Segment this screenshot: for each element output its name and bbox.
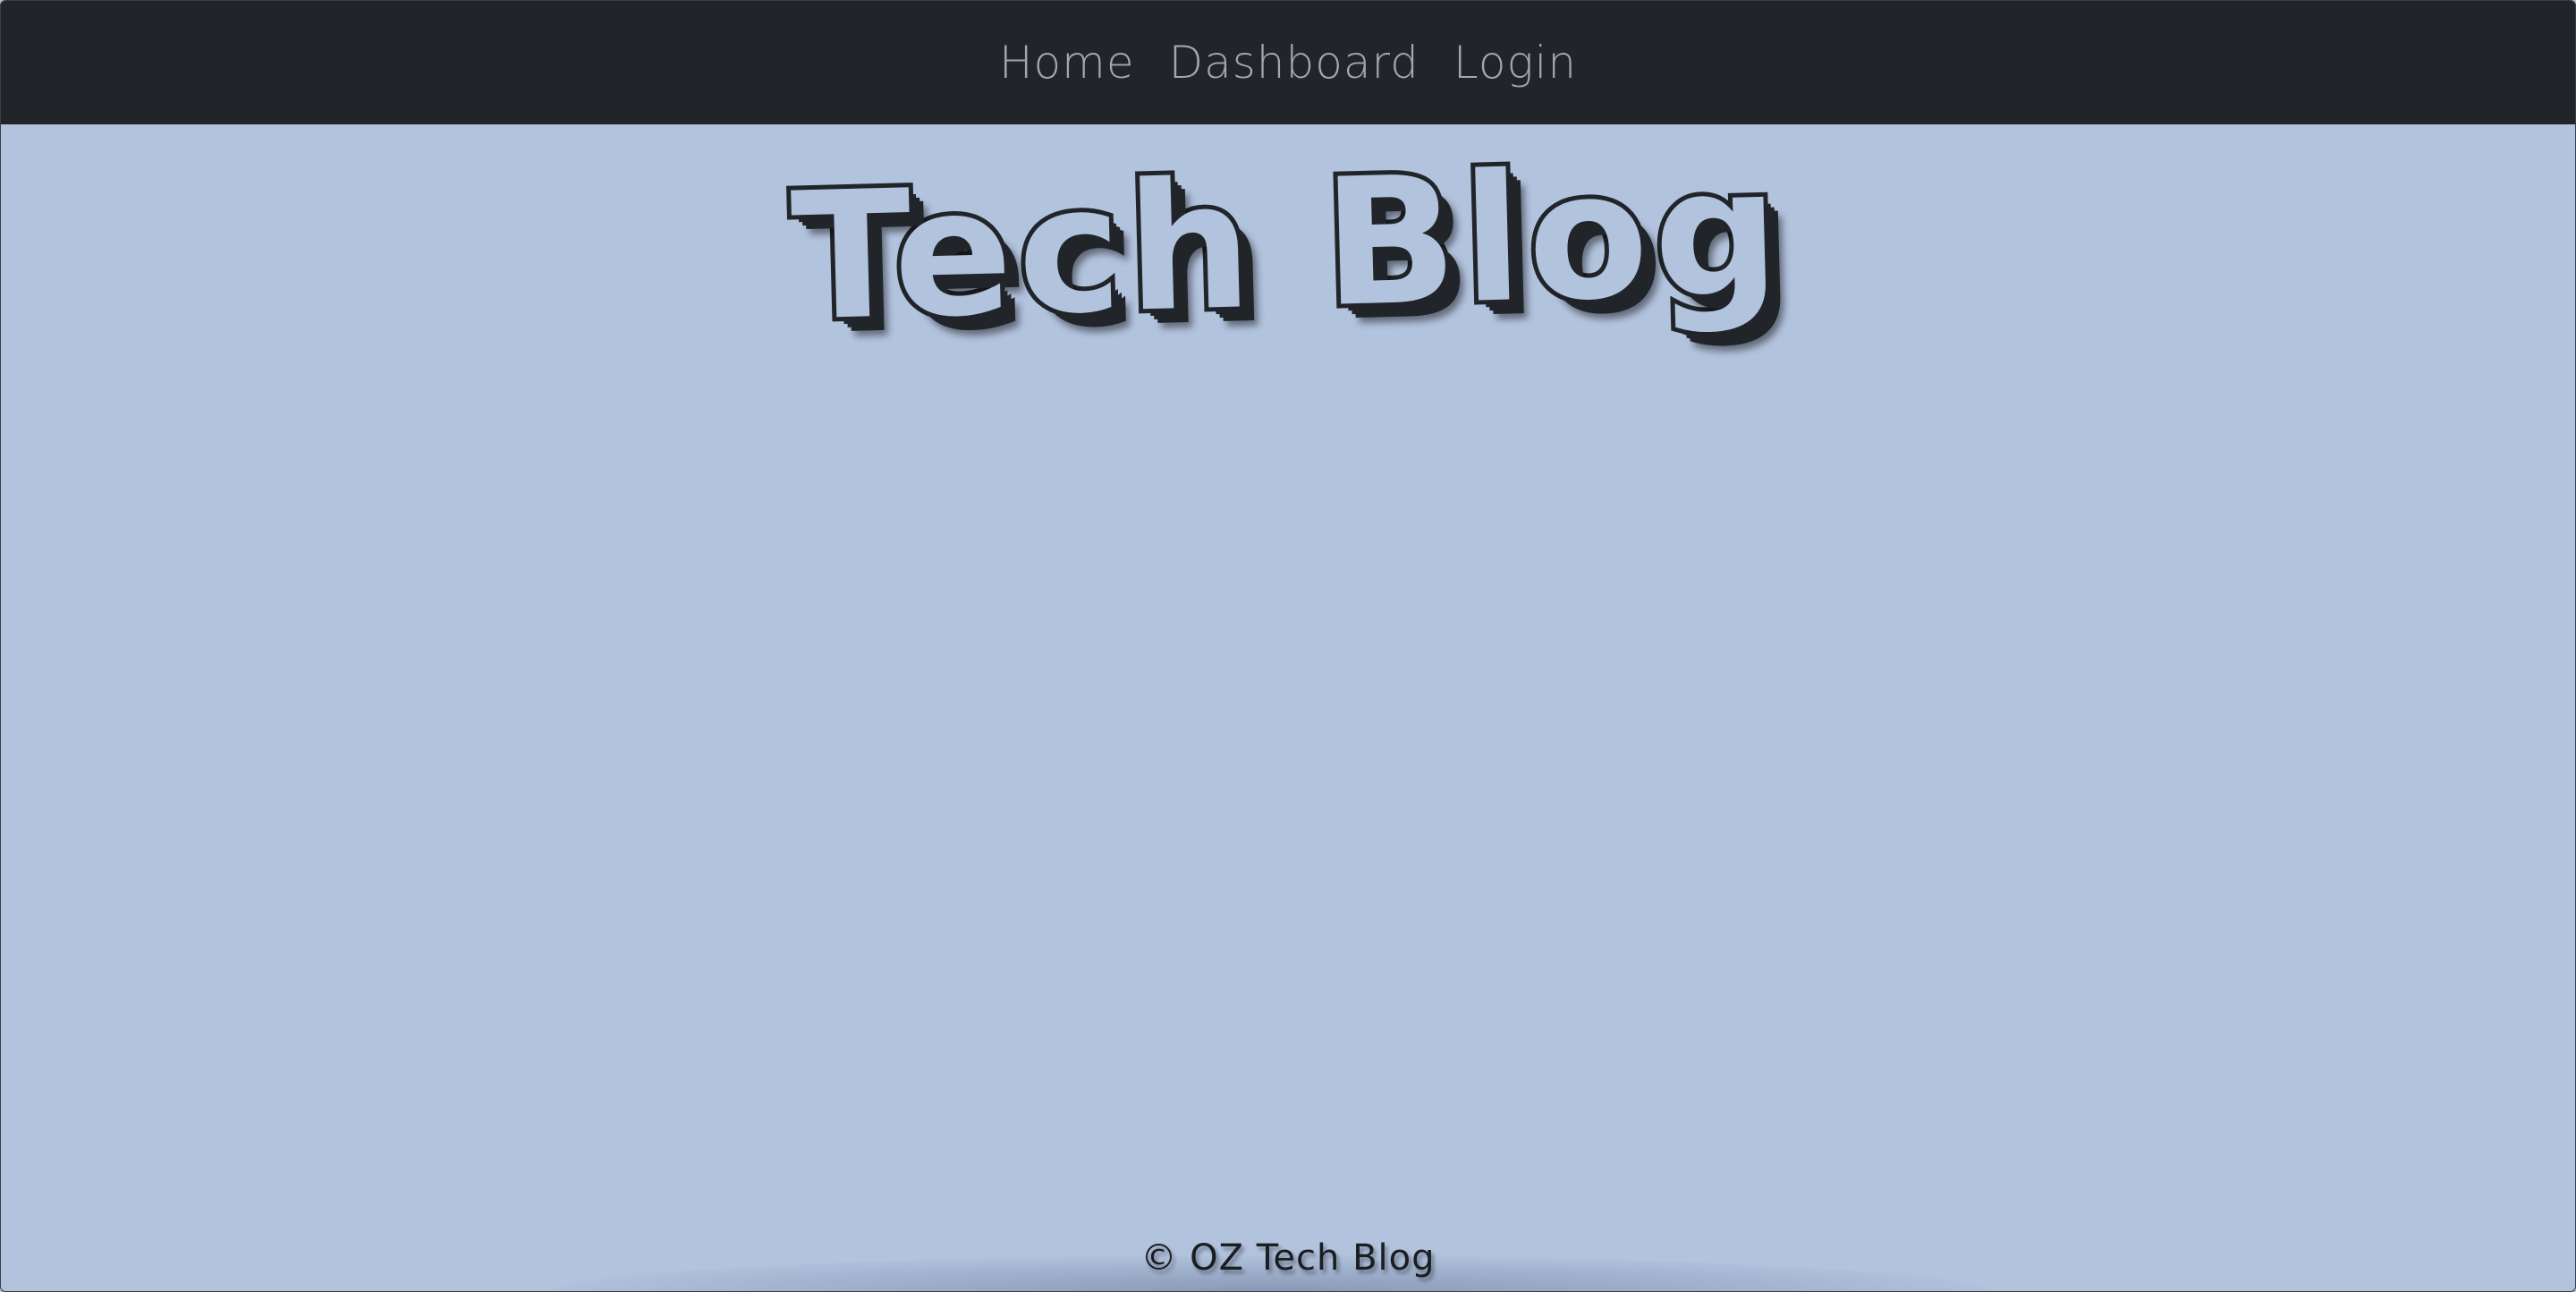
nav-link-login[interactable]: Login (1450, 37, 1580, 89)
page-title: Tech Blog (784, 126, 1792, 365)
nav-link-dashboard[interactable]: Dashboard (1165, 37, 1423, 89)
top-navbar: Home Dashboard Login (1, 1, 2575, 124)
hero-header: Tech Blog (1, 126, 2575, 365)
footer-copyright: © OZ Tech Blog (1140, 1237, 1436, 1279)
nav-link-home[interactable]: Home (996, 37, 1139, 89)
browser-viewport: Home Dashboard Login Tech Blog © OZ Tech… (0, 0, 2576, 1292)
page-footer: © OZ Tech Blog (1, 1237, 2575, 1279)
